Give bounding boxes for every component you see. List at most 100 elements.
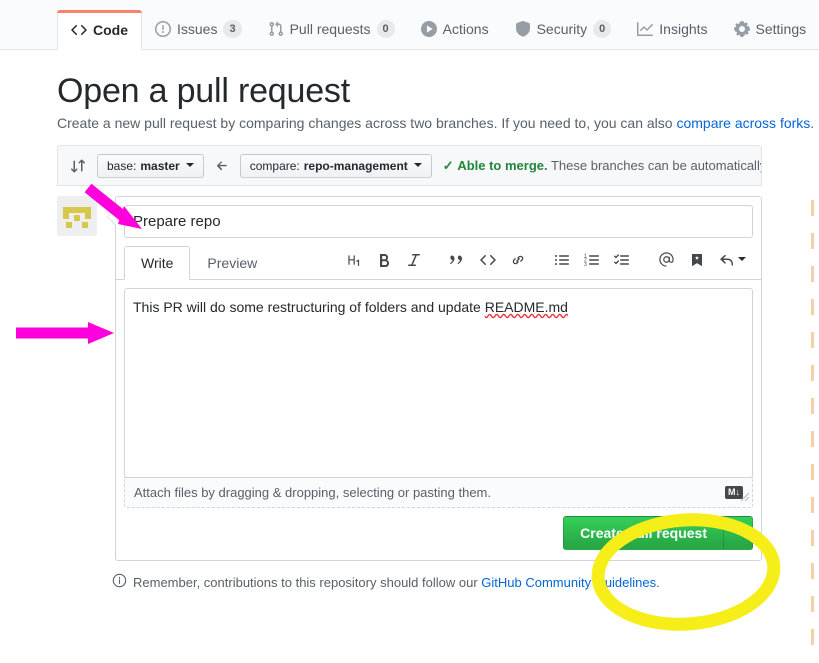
reply-icon[interactable] (712, 249, 753, 271)
scroll-tick (811, 497, 814, 513)
play-icon (420, 21, 437, 37)
avatar (57, 196, 97, 236)
branch-compare-bar: base: master compare: repo-management ✓ … (57, 145, 762, 186)
shield-icon (515, 21, 531, 37)
scroll-tick (811, 233, 814, 249)
nav-tab-code[interactable]: Code (57, 10, 142, 50)
footnote-text: Remember, contributions to this reposito… (133, 575, 660, 590)
nav-tab-security[interactable]: Security 0 (502, 9, 625, 49)
scroll-tick (811, 365, 814, 381)
nav-tab-settings[interactable]: Settings (721, 9, 819, 49)
check-icon: ✓ (442, 157, 454, 173)
nav-tab-insights-label: Insights (659, 21, 708, 37)
page-subtitle-text: Create a new pull request by comparing c… (57, 115, 677, 131)
body-text-before: This PR will do some restructuring of fo… (133, 299, 485, 315)
nav-tab-issues[interactable]: Issues 3 (142, 9, 255, 49)
chevron-down-icon (185, 163, 194, 171)
nav-tab-actions[interactable]: Actions (408, 9, 502, 49)
chevron-down-icon (734, 530, 742, 539)
ordered-list-icon[interactable]: 123 (577, 249, 607, 271)
quote-icon[interactable] (443, 249, 473, 271)
tab-preview[interactable]: Preview (190, 246, 274, 280)
issue-icon (155, 21, 171, 37)
merge-status-strong: Able to merge. (457, 157, 548, 173)
base-branch-select[interactable]: base: master (97, 153, 204, 178)
write-preview-tabnav: Write Preview 1 2 3 (116, 238, 761, 280)
footnote-text-before: Remember, contributions to this reposito… (133, 574, 482, 590)
create-pull-request-button-group: Create pull request (563, 516, 753, 550)
chevron-down-icon (413, 163, 422, 171)
mention-icon[interactable] (651, 248, 682, 271)
create-pull-request-dropdown[interactable] (723, 516, 753, 550)
scroll-tick (811, 596, 814, 612)
scroll-annotation-ticks (811, 200, 817, 660)
pull-request-icon (268, 21, 284, 37)
body-textarea[interactable]: This PR will do some restructuring of fo… (124, 288, 753, 478)
scroll-tick (811, 563, 814, 579)
scroll-tick (811, 299, 814, 315)
body-area: This PR will do some restructuring of fo… (116, 280, 761, 502)
scroll-tick (811, 266, 814, 282)
nav-tab-settings-label: Settings (755, 21, 807, 37)
github-community-guidelines-link[interactable]: GitHub Community Guidelines (481, 575, 656, 590)
nav-tab-pull-requests[interactable]: Pull requests 0 (255, 9, 408, 49)
compare-across-forks-link[interactable]: compare across forks (676, 115, 810, 131)
form-actions: Create pull request (116, 516, 761, 560)
markdown-icon[interactable]: M↓ (725, 486, 743, 499)
italic-icon[interactable] (399, 249, 429, 271)
base-branch-prefix: base: (107, 158, 137, 173)
bold-icon[interactable] (369, 249, 399, 271)
compare-branch-prefix: compare: (249, 158, 300, 173)
code-icon (71, 22, 87, 38)
info-icon (112, 573, 127, 591)
community-guidelines-note: Remember, contributions to this reposito… (57, 561, 762, 591)
link-icon[interactable] (503, 249, 533, 271)
arrow-left-icon (215, 159, 229, 173)
merge-status-text: These branches can be automatically merg… (550, 157, 762, 173)
title-input[interactable] (124, 205, 753, 238)
chevron-down-icon (738, 257, 746, 265)
nav-tab-security-label: Security (536, 21, 588, 37)
gear-icon (733, 21, 750, 37)
page-subtitle: Create a new pull request by comparing c… (57, 115, 814, 131)
compare-arrows-icon[interactable] (70, 158, 86, 174)
nav-tab-pull-requests-label: Pull requests (289, 21, 371, 37)
compare-branch-name: repo-management (303, 158, 408, 173)
repo-nav-bar: Code Issues 3 Pull requests 0 Actions Se… (0, 0, 819, 50)
scroll-tick (811, 200, 814, 216)
main-content: Open a pull request Create a new pull re… (0, 72, 819, 591)
scroll-tick (811, 332, 814, 348)
attach-files-bar[interactable]: Attach files by dragging & dropping, sel… (124, 477, 753, 508)
scroll-tick (811, 398, 814, 414)
saved-reply-icon[interactable] (682, 249, 712, 271)
page-subtitle-suffix: . (810, 115, 815, 131)
create-pull-request-button[interactable]: Create pull request (563, 516, 723, 550)
svg-text:3: 3 (584, 261, 587, 267)
scroll-tick (811, 629, 814, 645)
markdown-toolbar: 123 (339, 248, 753, 277)
nav-tab-actions-label: Actions (442, 21, 489, 37)
unordered-list-icon[interactable] (547, 249, 577, 271)
footnote-text-after: . (656, 574, 660, 590)
comment-box: Write Preview (107, 196, 762, 561)
scroll-tick (811, 530, 814, 546)
nav-tab-code-label: Code (93, 22, 128, 38)
page-title: Open a pull request (57, 72, 350, 110)
graph-icon (637, 21, 654, 37)
nav-tab-issues-label: Issues (177, 21, 218, 37)
nav-tab-issues-count: 3 (223, 20, 242, 38)
compare-branch-select[interactable]: compare: repo-management (239, 153, 432, 178)
scroll-tick (811, 464, 814, 480)
title-area (116, 197, 761, 238)
heading-icon[interactable] (339, 249, 369, 271)
body-text-misspelled: README.md (484, 299, 568, 315)
task-list-icon[interactable] (607, 249, 637, 271)
nav-tab-pull-requests-count: 0 (376, 20, 395, 38)
scroll-tick (811, 431, 814, 447)
new-pull-request-form: Write Preview (57, 196, 762, 561)
nav-tab-security-count: 0 (593, 20, 612, 38)
code-icon[interactable] (473, 249, 503, 271)
tab-write[interactable]: Write (124, 246, 191, 280)
merge-status: ✓ Able to merge. These branches can be a… (442, 157, 762, 174)
nav-tab-insights[interactable]: Insights (624, 9, 720, 49)
